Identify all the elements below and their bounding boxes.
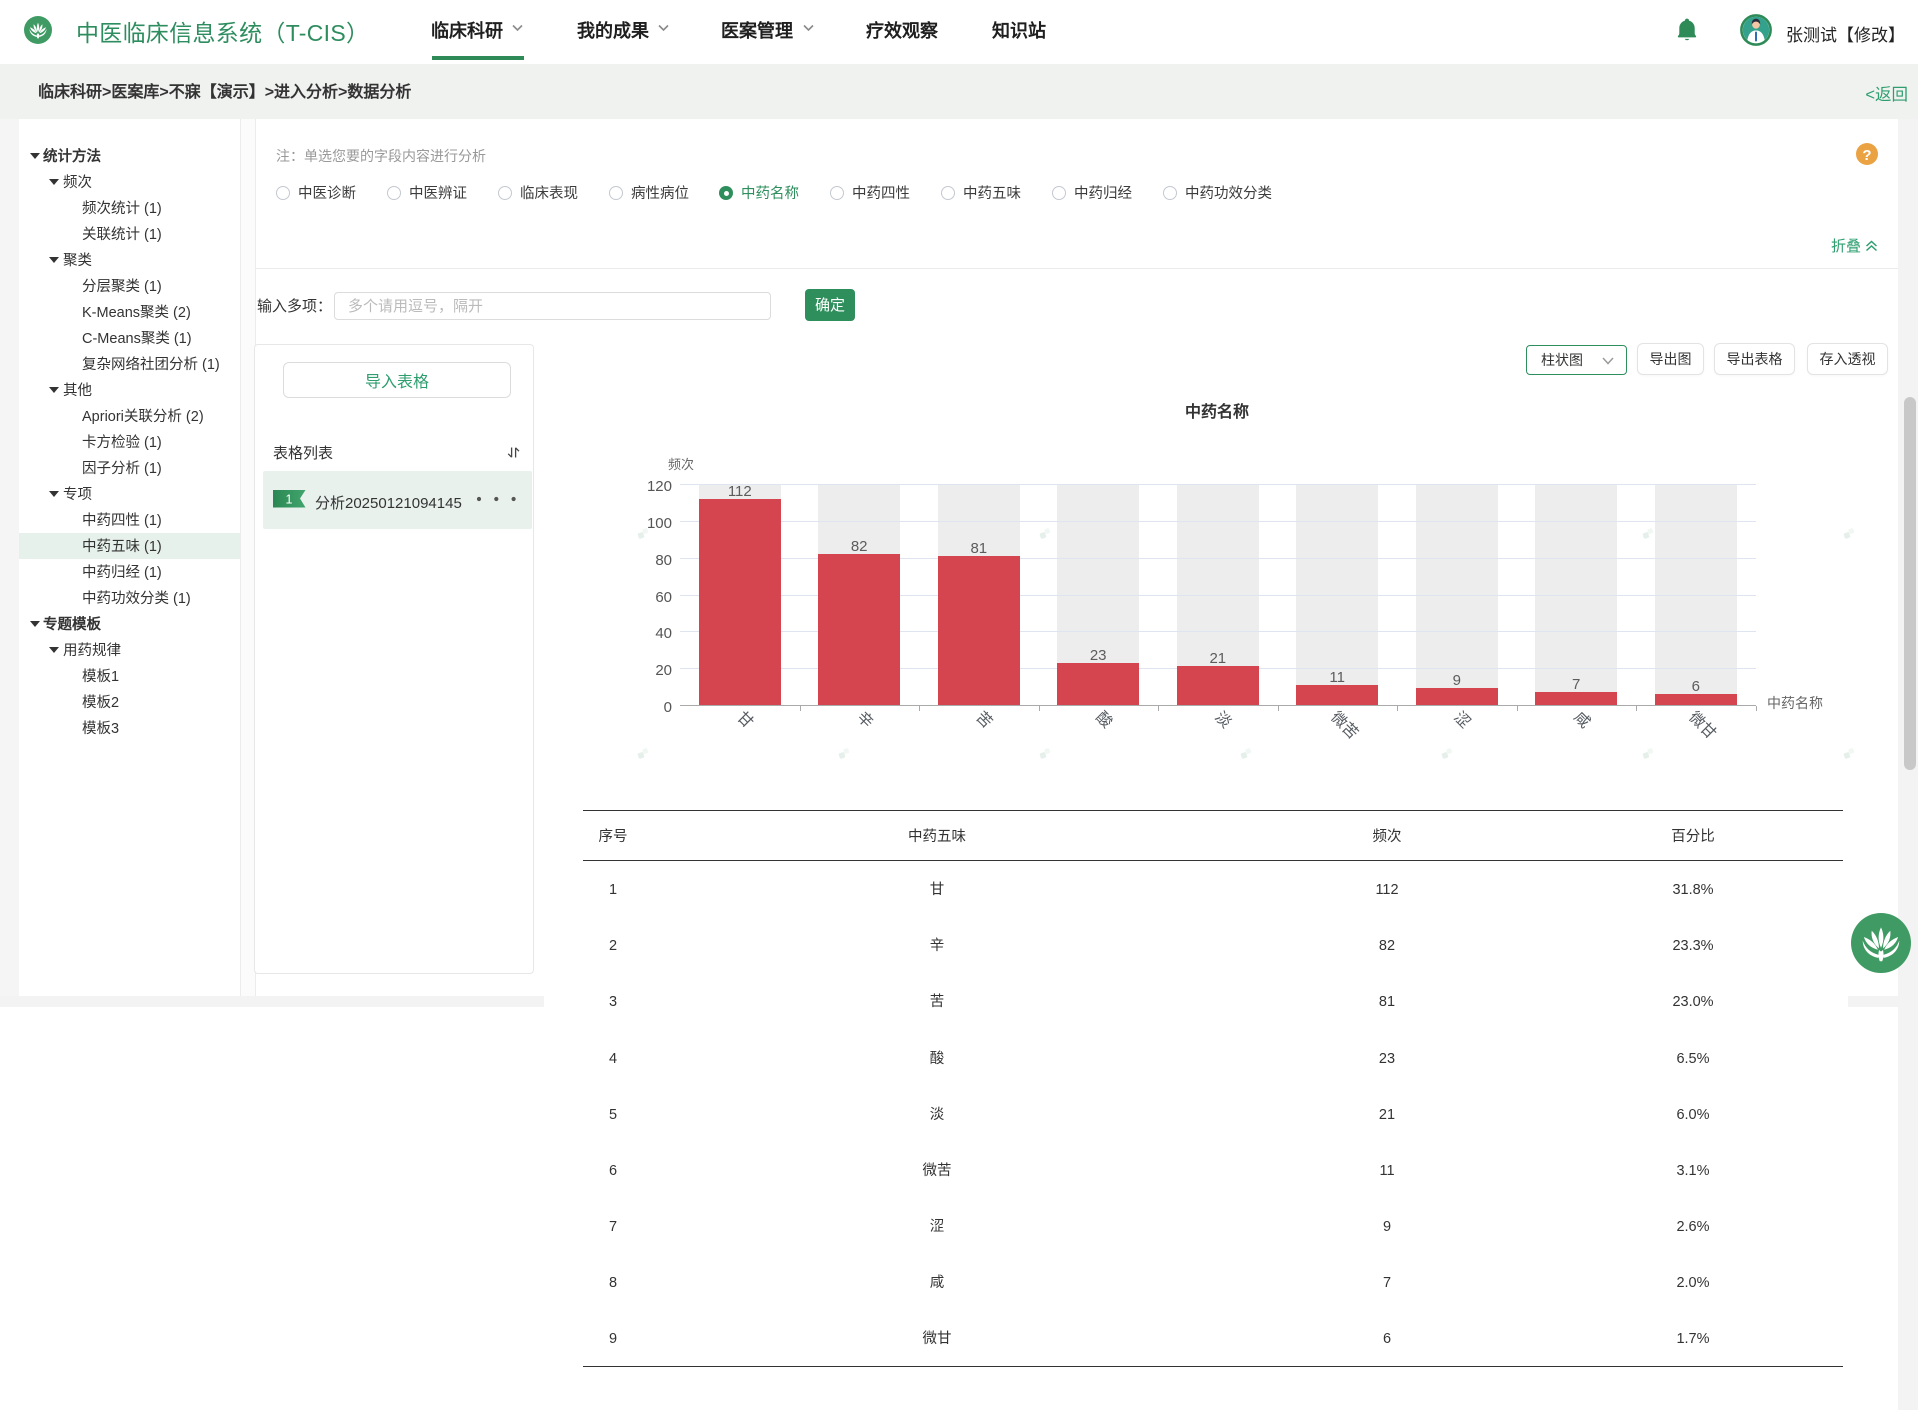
svg-text:1: 1: [286, 492, 293, 506]
